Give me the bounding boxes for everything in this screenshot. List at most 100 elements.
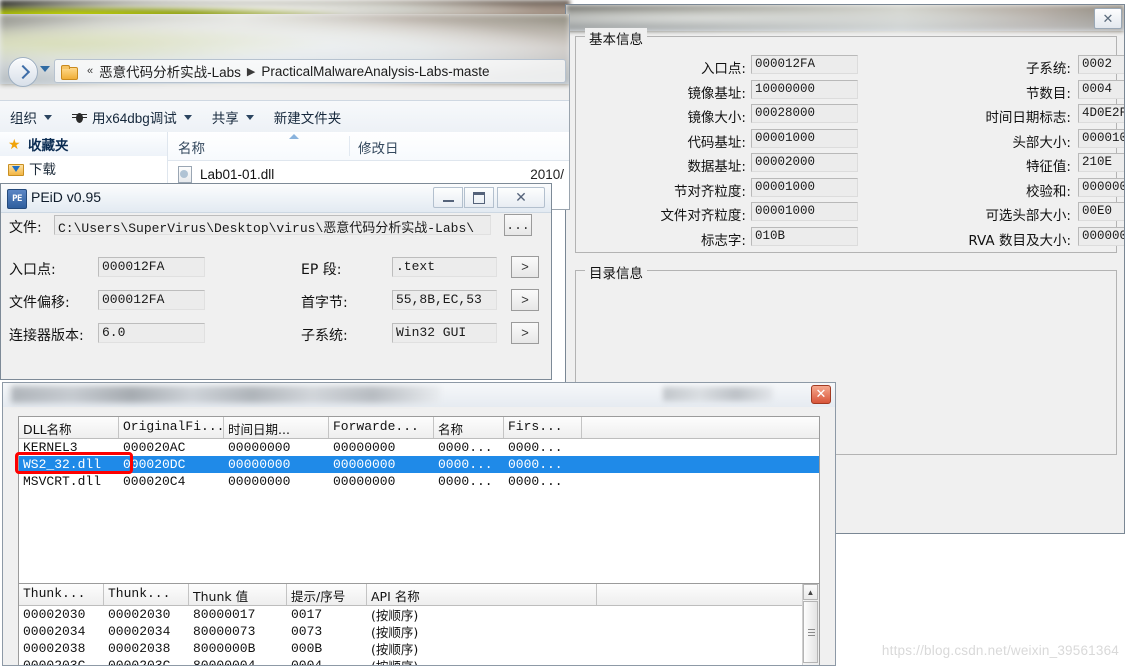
dll-column-header-2[interactable]: 时间日期... (224, 417, 329, 438)
peid-right-value-1[interactable]: 55,8B,EC,53 (392, 290, 497, 310)
peid-left-value-0[interactable]: 000012FA (98, 257, 205, 277)
basic-left-label-3: 代码基址: (687, 134, 746, 151)
thunk-column-header-label-0: Thunk... (23, 586, 86, 601)
thunk-column-header-3[interactable]: 提示/序号 (287, 584, 367, 605)
file-name: Lab01-01.dll (200, 166, 275, 182)
peid-right-value-0[interactable]: .text (392, 257, 497, 277)
thunk-column-header-4[interactable]: API 名称 (367, 584, 597, 605)
basic-right-value-7[interactable]: 00000010 (1078, 226, 1124, 246)
basic-right-value-2[interactable]: 4D0E2FE6 (1078, 104, 1124, 123)
basic-left-value-6[interactable]: 00001000 (751, 202, 858, 221)
basic-right-value-1[interactable]: 0004 (1078, 79, 1124, 99)
table-row[interactable]: 0000203C 0000203C 80000004 0004 (按顺序) (19, 656, 819, 666)
watermark-text: https://blog.csdn.net/weixin_39561364 (881, 643, 1119, 658)
thunk-cell-1-2: 80000073 (193, 624, 256, 639)
peid-right-button-2[interactable]: > (511, 322, 539, 344)
breadcrumb-part-1[interactable]: PracticalMalwareAnalysis-Labs-maste (261, 64, 489, 79)
dll-column-header-4[interactable]: 名称 (434, 417, 504, 438)
basic-left-label-4: 数据基址: (687, 159, 746, 175)
thunk-cell-2-0: 00002038 (23, 641, 86, 656)
dll-column-header-label-3: Forwarde... (333, 419, 419, 434)
dll-list-view[interactable]: DLL名称 OriginalFi... 时间日期... Forwarde... 名称 Fi… (18, 416, 820, 588)
peid-right-button-1[interactable]: > (511, 289, 539, 311)
thunk-cell-2-1: 00002038 (108, 641, 171, 656)
table-row[interactable]: 00002030 00002030 80000017 0017 (按顺序) (19, 606, 819, 623)
back-button[interactable] (8, 57, 38, 87)
column-header-date[interactable]: 修改日 (358, 137, 399, 157)
scroll-up-icon[interactable]: ▲ (803, 584, 818, 600)
import-dialog-title-extra (663, 387, 773, 401)
dll-cell-1-3: 00000000 (333, 457, 396, 472)
basic-left-value-7[interactable]: 010B (751, 226, 858, 246)
file-list-header: 名称 修改日 (168, 132, 569, 161)
recent-pages-chevron-icon[interactable] (40, 66, 50, 72)
toolbar-item-3[interactable]: 新建文件夹 (264, 104, 352, 130)
toolbar-item-0[interactable]: 组织 (0, 104, 62, 130)
file-path-field[interactable]: C:\Users\SuperVirus\Desktop\virus\恶意代码分析… (54, 215, 491, 235)
peid-right-button-0[interactable]: > (511, 256, 539, 278)
dll-cell-1-0: WS2_32.dll (23, 457, 102, 472)
thunk-cell-3-4: (按顺序) (367, 656, 597, 665)
dll-column-header-5[interactable]: Firs... (504, 417, 582, 438)
basic-right-label-0: 子系统: (1025, 61, 1071, 77)
address-bar[interactable]: « 恶意代码分析实战-Labs ▶ PracticalMalwareAnalys… (54, 59, 566, 83)
peid-app-icon: PE (7, 189, 27, 209)
chevron-down-icon (183, 114, 192, 120)
browse-button[interactable]: ... (504, 214, 532, 236)
basic-left-value-3[interactable]: 00001000 (751, 128, 858, 148)
dll-cell-2-1: 000020C4 (123, 474, 186, 489)
dll-column-header-3[interactable]: Forwarde... (329, 417, 434, 438)
column-header-name[interactable]: 名称 (178, 137, 205, 157)
minimize-icon[interactable] (433, 187, 463, 208)
thunk-column-header-1[interactable]: Thunk... (104, 584, 189, 605)
maximize-icon[interactable] (464, 187, 494, 208)
peid-left-value-2[interactable]: 6.0 (98, 323, 205, 343)
toolbar-item-2[interactable]: 共享 (202, 104, 264, 130)
table-row[interactable]: 00002034 00002034 80000073 0073 (按顺序) (19, 623, 819, 640)
import-dialog-title-text (11, 386, 441, 403)
dll-cell-2-2: 00000000 (228, 474, 291, 489)
basic-right-value-0[interactable]: 0002 (1078, 55, 1124, 74)
basic-right-value-3[interactable]: 00001000 (1078, 128, 1124, 148)
thunk-column-header-2[interactable]: Thunk 值 (189, 584, 287, 605)
thunk-column-header-0[interactable]: Thunk... (19, 584, 104, 605)
table-row[interactable]: 00002038 00002038 8000000B 000B (按顺序) (19, 640, 819, 657)
peid-right-value-2[interactable]: Win32 GUI (392, 323, 497, 343)
peid-left-value-1[interactable]: 000012FA (98, 290, 205, 310)
breadcrumb-part-0[interactable]: 恶意代码分析实战-Labs (99, 61, 241, 81)
table-row[interactable]: WS2_32.dll 000020DC 00000000 00000000 0000..… (19, 456, 819, 473)
basic-left-value-4[interactable]: 00002000 (751, 153, 858, 172)
close-icon[interactable]: ✕ (497, 187, 545, 208)
sidebar-item-0[interactable]: ★ 收藏夹 (0, 132, 167, 156)
basic-right-value-5[interactable]: 00000000 (1078, 177, 1124, 197)
dll-column-header-label-5: Firs... (508, 419, 563, 434)
thunk-list-scrollbar[interactable]: ▲ (802, 584, 819, 665)
table-row[interactable]: KERNEL3 000020AC 00000000 00000000 0000... 00… (19, 439, 819, 456)
toolbar-item-1[interactable]: 用x64dbg调试 (62, 104, 202, 130)
thunk-cell-3-0: 0000203C (23, 658, 86, 666)
dll-column-header-0[interactable]: DLL名称 (19, 417, 119, 438)
dll-cell-0-2: 00000000 (228, 440, 291, 455)
sidebar-item-label: 下载 (29, 162, 56, 177)
dll-column-header-1[interactable]: OriginalFi... (119, 417, 224, 438)
basic-left-value-1[interactable]: 10000000 (751, 79, 858, 99)
basic-left-value-2[interactable]: 00028000 (751, 104, 858, 123)
close-icon[interactable]: ✕ (811, 385, 831, 404)
explorer-window: « 恶意代码分析实战-Labs ▶ PracticalMalwareAnalys… (0, 14, 570, 210)
sidebar-item-1[interactable]: 下载 (0, 156, 167, 180)
thunk-cell-1-1: 00002034 (108, 624, 171, 639)
pe-viewer-titlebar-glass (566, 5, 1124, 31)
star-icon: ★ (8, 136, 21, 152)
basic-right-value-6[interactable]: 00E0 (1078, 202, 1124, 221)
close-icon[interactable]: ✕ (1094, 8, 1122, 29)
basic-right-value-4[interactable]: 210E (1078, 153, 1124, 172)
table-row[interactable]: MSVCRT.dll 000020C4 00000000 00000000 0000..… (19, 473, 819, 490)
basic-left-value-5[interactable]: 00001000 (751, 177, 858, 197)
import-dialog-titlebar[interactable] (3, 383, 835, 407)
basic-left-value-0[interactable]: 000012FA (751, 55, 858, 74)
scroll-thumb[interactable] (803, 601, 818, 663)
folder-icon (61, 64, 78, 80)
thunk-list-view[interactable]: Thunk... Thunk... Thunk 值 提示/序号 API 名称 00002… (18, 583, 820, 666)
dll-cell-2-4: 0000... (438, 474, 493, 489)
basic-left-label-2: 镜像大小: (687, 110, 746, 126)
